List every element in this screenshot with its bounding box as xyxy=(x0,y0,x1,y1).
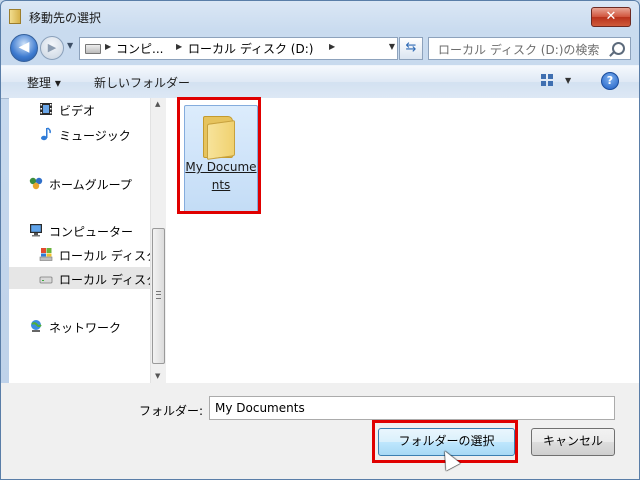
folder-app-icon xyxy=(9,9,21,24)
command-toolbar: 整理 ▾ 新しいフォルダー ▼ ? xyxy=(1,65,639,99)
new-folder-button[interactable]: 新しいフォルダー xyxy=(94,74,190,91)
nav-item-label: ミュージック xyxy=(59,129,131,143)
dialog-window: 移動先の選択 ✕ ◀ ▶ ▼ ▶ コンピ... ▶ ローカル ディスク (D:)… xyxy=(0,0,640,480)
dialog-footer: フォルダー: My Documents フォルダーの選択 キャンセル xyxy=(1,383,639,479)
nav-item-local-disk-d[interactable]: ローカル ディスク xyxy=(9,267,150,289)
views-icon[interactable] xyxy=(541,74,553,86)
organize-button[interactable]: 整理 ▾ xyxy=(27,74,61,91)
nav-item-label: コンピューター xyxy=(49,225,134,239)
nav-item-label: ビデオ xyxy=(59,104,96,118)
scroll-up-icon[interactable]: ▲ xyxy=(155,100,160,108)
search-input[interactable]: ローカル ディスク (D:)の検索 xyxy=(438,41,599,58)
nav-item-music[interactable]: ミュージック xyxy=(9,123,150,145)
scroll-down-icon[interactable]: ▼ xyxy=(155,372,160,380)
navigation-pane: ビデオ ミュージック ホームグループ コンピューター ローカル ディスク ローカ… xyxy=(9,98,150,383)
computer-icon xyxy=(30,224,42,237)
address-bar[interactable]: ▶ コンピ... ▶ ローカル ディスク (D:) ▶ ▼ xyxy=(79,37,398,60)
breadcrumb-separator-icon[interactable]: ▶ xyxy=(329,42,335,51)
network-icon xyxy=(31,320,42,332)
address-dropdown-icon[interactable]: ▼ xyxy=(389,42,395,51)
views-dropdown-icon[interactable]: ▼ xyxy=(565,76,571,85)
nav-item-computer[interactable]: コンピューター xyxy=(9,219,150,241)
breadcrumb-computer[interactable]: コンピ... xyxy=(116,40,163,57)
title-bar[interactable]: 移動先の選択 ✕ xyxy=(1,1,639,31)
drive-icon xyxy=(85,44,101,54)
nav-item-videos[interactable]: ビデオ xyxy=(9,98,150,120)
folder-name-field[interactable]: My Documents xyxy=(209,396,615,420)
scroll-thumb[interactable] xyxy=(152,228,165,364)
help-icon[interactable]: ? xyxy=(601,72,619,90)
drive-icon xyxy=(39,276,53,284)
nav-item-local-disk-c[interactable]: ローカル ディスク xyxy=(9,243,150,265)
refresh-button[interactable]: ⇆ xyxy=(399,37,423,60)
cancel-button[interactable]: キャンセル xyxy=(531,428,615,456)
close-button[interactable]: ✕ xyxy=(591,7,631,27)
nav-item-network[interactable]: ネットワーク xyxy=(9,315,150,337)
grip-icon xyxy=(156,291,161,299)
nav-item-label: ローカル ディスク xyxy=(59,273,150,287)
search-box[interactable]: ローカル ディスク (D:)の検索 xyxy=(428,37,631,60)
forward-button[interactable]: ▶ xyxy=(40,36,64,60)
music-icon xyxy=(41,127,51,141)
search-icon[interactable] xyxy=(612,42,625,55)
nav-scrollbar[interactable]: ▲ ▼ xyxy=(150,98,166,383)
folder-field-label: フォルダー: xyxy=(139,404,204,418)
nav-item-label: ローカル ディスク xyxy=(59,249,150,263)
back-button[interactable]: ◀ xyxy=(10,34,38,62)
window-title: 移動先の選択 xyxy=(29,11,102,25)
video-icon xyxy=(40,103,52,115)
address-row: ◀ ▶ ▼ ▶ コンピ... ▶ ローカル ディスク (D:) ▶ ▼ ⇆ ロー… xyxy=(1,31,639,65)
nav-item-label: ホームグループ xyxy=(49,178,132,192)
highlight-frame-folder xyxy=(177,97,261,214)
folder-name-value[interactable]: My Documents xyxy=(215,401,305,415)
breadcrumb-separator-icon[interactable]: ▶ xyxy=(176,42,182,51)
homegroup-icon xyxy=(29,177,43,190)
recent-pages-dropdown[interactable]: ▼ xyxy=(67,41,73,50)
nav-item-label: ネットワーク xyxy=(49,321,122,335)
windows-drive-icon xyxy=(39,248,53,261)
breadcrumb-local-disk[interactable]: ローカル ディスク (D:) xyxy=(188,40,313,57)
nav-item-homegroup[interactable]: ホームグループ xyxy=(9,172,150,194)
breadcrumb-separator-icon[interactable]: ▶ xyxy=(105,42,111,51)
